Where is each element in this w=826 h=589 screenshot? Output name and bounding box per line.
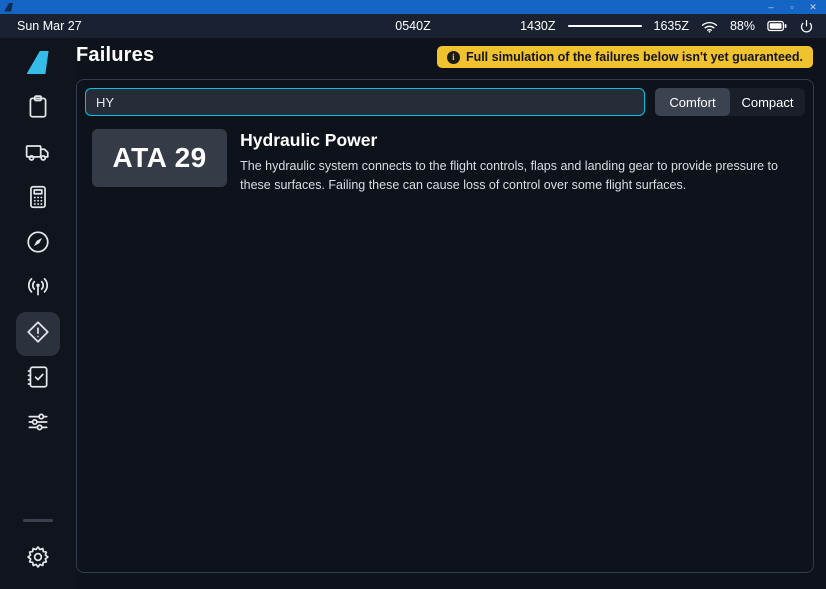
gear-icon [25, 544, 51, 575]
clipboard-icon [25, 94, 51, 125]
window-close-button[interactable]: ✕ [807, 0, 819, 14]
sidebar-item-performance[interactable] [16, 177, 60, 221]
sidebar-item-settings[interactable] [16, 537, 60, 581]
status-date: Sun Mar 27 [17, 19, 82, 33]
status-utc-time: 0540Z [395, 19, 430, 33]
failure-title: Hydraulic Power [240, 130, 805, 151]
sidebar-item-checklists[interactable] [16, 357, 60, 401]
sidebar-divider [23, 519, 53, 522]
status-bar: Sun Mar 27 0540Z 1430Z 1635Z 88% [0, 14, 826, 38]
failure-description: The hydraulic system connects to the fli… [240, 157, 805, 195]
sidebar-item-atc[interactable] [16, 267, 60, 311]
window-titlebar: – ▫ ✕ [0, 0, 826, 14]
flybywire-logo-icon [27, 51, 50, 74]
battery-icon [767, 20, 787, 32]
toggle-comfort[interactable]: Comfort [655, 88, 730, 116]
window-app-icon [4, 3, 13, 12]
failures-page: Failures i Full simulation of the failur… [76, 38, 826, 589]
banner-text: Full simulation of the failures below is… [466, 50, 803, 64]
power-icon[interactable] [799, 19, 814, 34]
toggle-compact[interactable]: Compact [730, 88, 805, 116]
broadcast-icon [25, 274, 51, 305]
window-maximize-button[interactable]: ▫ [786, 0, 798, 14]
efb-screen: – ▫ ✕ Sun Mar 27 0540Z 1430Z 1635Z 88% [0, 0, 826, 589]
flight-progress-bar [568, 25, 642, 27]
leg-end-time: 1635Z [654, 19, 689, 33]
view-mode-toggle: Comfort Compact [655, 88, 805, 116]
leg-start-time: 1430Z [520, 19, 555, 33]
wifi-icon [701, 20, 718, 33]
sidebar-item-dispatch[interactable] [16, 132, 60, 176]
page-title: Failures [76, 44, 154, 67]
ata-chapter-badge: ATA 29 [92, 129, 227, 187]
sliders-icon [25, 409, 51, 440]
failure-card-ata29[interactable]: ATA 29 Hydraulic Power The hydraulic sys… [85, 129, 805, 195]
window-minimize-button[interactable]: – [765, 0, 777, 14]
info-icon: i [447, 51, 460, 64]
failure-search-input[interactable] [85, 88, 645, 116]
sidebar-item-failures[interactable] [16, 312, 60, 356]
failure-diamond-icon [25, 319, 51, 350]
calculator-icon [25, 184, 51, 215]
sidebar-item-navigation[interactable] [16, 222, 60, 266]
sidebar [0, 38, 76, 589]
compass-icon [25, 229, 51, 260]
battery-percent: 88% [730, 19, 755, 33]
failures-panel: Comfort Compact ATA 29 Hydraulic Power T… [76, 79, 814, 573]
sidebar-item-presets[interactable] [16, 402, 60, 446]
simulation-warning-banner: i Full simulation of the failures below … [437, 46, 813, 68]
checklist-icon [25, 364, 51, 395]
sidebar-item-dashboard[interactable] [16, 87, 60, 131]
truck-icon [25, 139, 51, 170]
